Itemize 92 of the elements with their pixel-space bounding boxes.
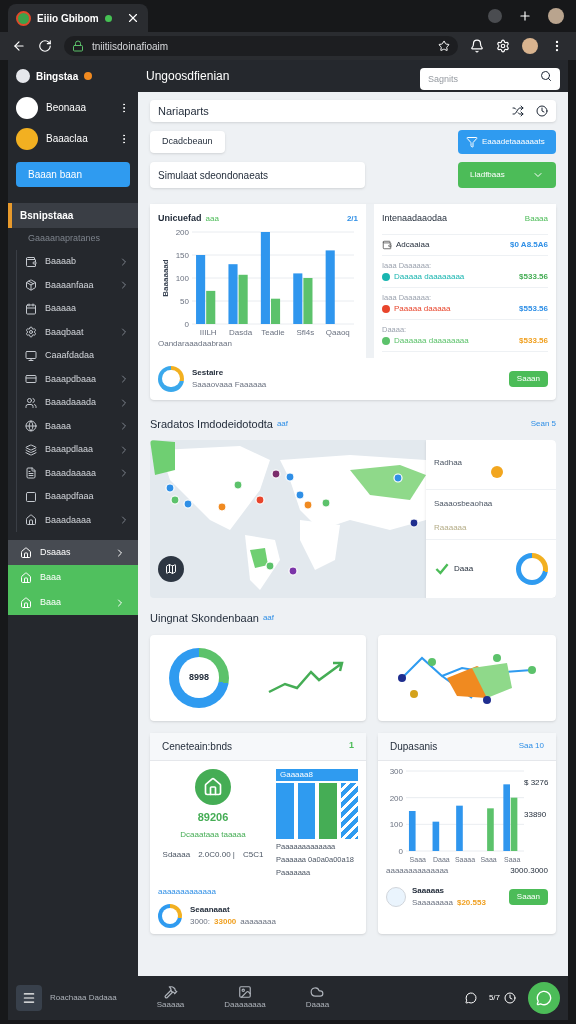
chart-legend: aaaaaaaaaaaaaa xyxy=(386,864,449,877)
info-note: Raaaaaa xyxy=(434,522,468,534)
footer-subtitle: Saaaaaaaa xyxy=(412,896,453,909)
info-caption: Daaa xyxy=(454,563,474,575)
axis-tick: 0 xyxy=(184,319,189,329)
count-label: 1 xyxy=(349,739,354,753)
stat-value: 2.0C0.00 | xyxy=(198,849,235,861)
axis-tick: 100 xyxy=(175,273,189,283)
nav-item[interactable]: Bsnipstaaa xyxy=(8,203,138,228)
profile-name: Baaaclaa xyxy=(46,132,88,146)
transaction-amount: $533.56 xyxy=(519,270,548,283)
footer-title: Saaaaas xyxy=(412,884,446,897)
axis-tick: 0 xyxy=(398,846,403,856)
building-label: Gaaaaa8 xyxy=(276,768,358,781)
tab-title: Eiiio Gbibom xyxy=(37,11,99,26)
tag: aaa xyxy=(205,212,219,225)
axis-tick: 150 xyxy=(175,250,189,260)
transaction-amount: $0 A8.5A6 xyxy=(510,238,548,251)
axis-tick: 300 xyxy=(389,766,403,776)
axis-title: Baaaaaad xyxy=(161,258,170,297)
axis-label: Sfl4s xyxy=(296,327,315,337)
amount-caption: Dcaaataaa taaaaa xyxy=(180,829,246,841)
footer-title: Seaanaaat xyxy=(190,904,231,917)
text-field[interactable]: Simulaat sdeondonaeats xyxy=(150,162,365,188)
footer-value: 33000 xyxy=(214,916,237,929)
stat-value: Sdaaaa xyxy=(162,849,191,861)
chart-legend: Oandaraaadaabraan xyxy=(158,337,358,350)
info-subtitle: Saaaosbeaohaa xyxy=(434,498,494,510)
card-title: Unicuefad xyxy=(158,212,202,225)
nav-item[interactable]: Baaapdlaaa xyxy=(45,443,94,457)
group-label: Gaaaanapratanes xyxy=(27,232,102,246)
donut-label: 8998 xyxy=(189,670,209,684)
section-title: Sradatos Imdodeidotodta xyxy=(150,416,273,432)
footer-value: aaaaaaaa xyxy=(240,916,276,929)
axis-tick: 100 xyxy=(389,819,403,829)
nav-item[interactable]: Baaadaaaaa xyxy=(45,466,97,480)
brand-name: Bingstaa xyxy=(36,69,79,84)
transaction-name: Paaaaa daaaaa xyxy=(394,303,451,315)
nav-item[interactable]: Baaqbaat xyxy=(45,325,84,339)
stat-value: C5C1 xyxy=(242,849,264,861)
nav-item[interactable]: Baaaanfaaa xyxy=(45,278,94,292)
axis-tick: 200 xyxy=(175,227,189,237)
transaction-name: Daaaaaa daaaaaaaa xyxy=(394,335,469,348)
card-title: Dupasanis xyxy=(390,739,438,754)
transaction-name: Daaaaa daaaaaaaa xyxy=(394,270,465,283)
axis-label: Dasda xyxy=(229,327,253,337)
card-title: Intenaadaaodaa xyxy=(382,212,448,225)
callout-label: 33890 xyxy=(524,808,548,821)
footer-value: 3000: xyxy=(190,916,211,929)
panel-title: Nariaparts xyxy=(158,103,209,119)
bottom-bar-title: Roachaaa Dadaaa xyxy=(50,992,117,1004)
card-legend: aaaaaaaaaaaaa xyxy=(150,886,366,899)
filter-button[interactable]: Dcadcbeaun xyxy=(150,131,225,153)
axis-label: Qaaoq xyxy=(325,327,350,337)
section-title: Uingnat Skondenbaan xyxy=(150,611,259,626)
nav-item[interactable]: Baaaa xyxy=(45,419,72,433)
axis-label: Teadie xyxy=(261,327,285,337)
tag: aaf xyxy=(276,417,289,430)
info-title: Radhaa xyxy=(434,458,463,467)
nav-item[interactable]: Baaapdbaaa xyxy=(45,372,97,386)
nav-item[interactable]: Dsaaas xyxy=(8,540,138,565)
nav-item[interactable]: Baaaab xyxy=(45,255,77,269)
page-title: Ungoosdfienian xyxy=(146,68,230,85)
search-field[interactable]: Sagnits xyxy=(420,68,560,90)
axis-label: IIILH xyxy=(199,327,217,337)
nav-item[interactable]: Baaadaaada xyxy=(45,396,97,410)
address-bar[interactable]: tniitiisdoinafioaim xyxy=(64,36,458,56)
bottom-nav-item[interactable]: Saaaaa xyxy=(156,985,185,1011)
bottom-nav-item[interactable]: Daaaa xyxy=(305,985,330,1011)
property-amount: 89206 xyxy=(197,809,229,825)
transaction-amount: $533.56 xyxy=(519,335,548,348)
total-value: 3000.3000 xyxy=(510,864,548,877)
summary-title: Sestaire xyxy=(192,366,225,379)
transaction-name: Adcaaiaa xyxy=(396,238,430,251)
nav-item[interactable]: Caaafdadaa xyxy=(45,349,95,363)
address-text: tniitiisdoinafioaim xyxy=(92,39,169,54)
nav-item[interactable]: Baaadaaaa xyxy=(45,513,92,527)
transaction-amount: $553.56 xyxy=(519,303,548,315)
axis-tick: 200 xyxy=(389,793,403,803)
summary-subtitle: Saaaovaaa Faaaaaa xyxy=(192,378,267,391)
browser-tab[interactable]: Eiiio Gbibom xyxy=(8,4,148,32)
axis-tick: 50 xyxy=(180,296,189,306)
tag: aaf xyxy=(262,612,274,625)
footer-amount: $20.553 xyxy=(456,896,486,909)
bottom-nav-item[interactable]: Daaaaaaaa xyxy=(224,985,266,1011)
nav-item[interactable]: Baaapdfaaa xyxy=(45,490,94,504)
nav-item[interactable]: Baaaaa xyxy=(45,302,77,316)
page-counter: 5/7 xyxy=(488,992,500,1004)
profile-name: Beonaaa xyxy=(46,101,87,115)
callout-label: $ 3276 xyxy=(524,776,549,789)
period-label: 2/1 xyxy=(346,212,358,225)
card-title: Ceneteain:bnds xyxy=(162,739,233,754)
